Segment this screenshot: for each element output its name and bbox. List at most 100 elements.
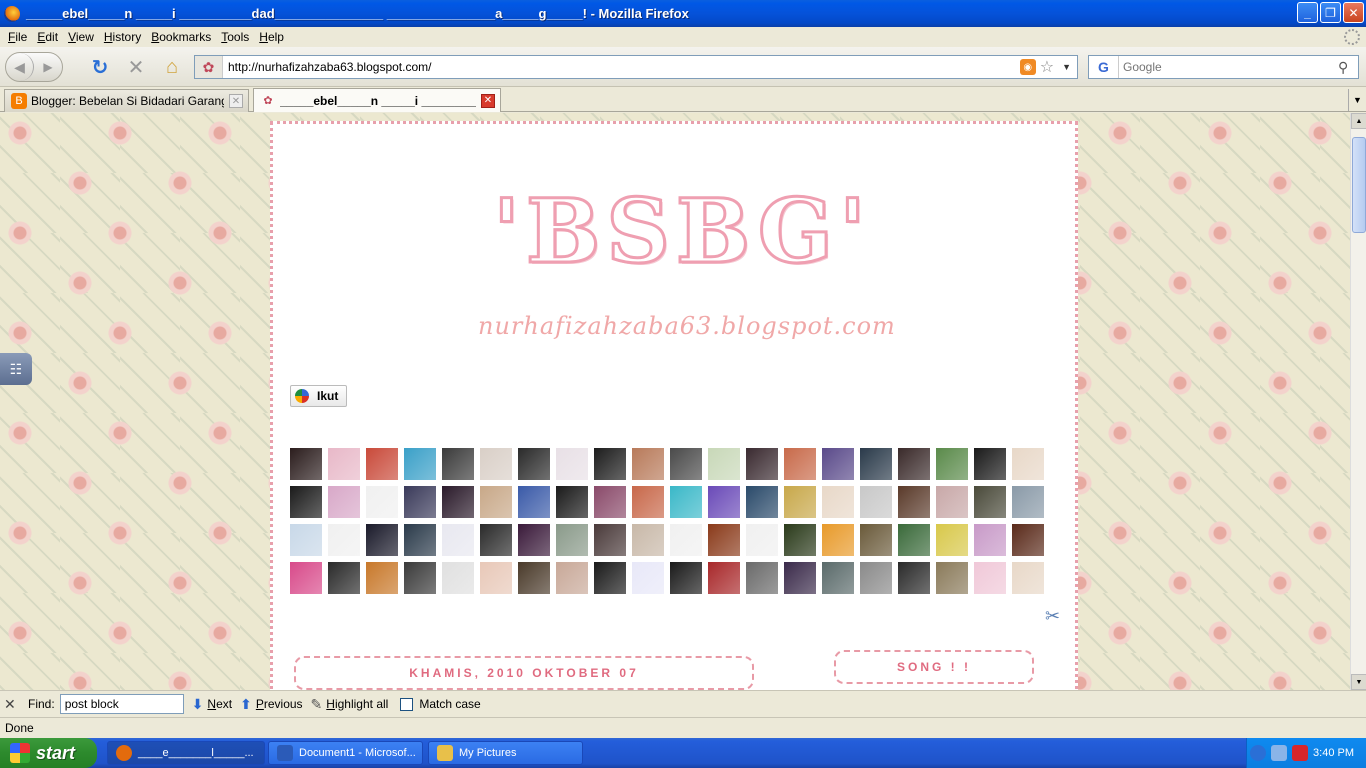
follower-avatar[interactable] [442, 448, 474, 480]
url-input[interactable]: http://nurhafizahzaba63.blogspot.com/ [223, 60, 1020, 74]
minimize-button[interactable]: _ [1297, 2, 1318, 23]
follower-avatar[interactable] [860, 524, 892, 556]
find-close-icon[interactable]: ✕ [4, 696, 24, 713]
follower-avatar[interactable] [822, 486, 854, 518]
find-previous-button[interactable]: ⬆ Previous [240, 696, 302, 713]
search-magnifier-icon[interactable]: ⚲ [1338, 59, 1358, 76]
follower-avatar[interactable] [860, 562, 892, 594]
follower-avatar[interactable] [594, 562, 626, 594]
follower-avatar[interactable] [328, 486, 360, 518]
follower-avatar[interactable] [290, 524, 322, 556]
follower-avatar[interactable] [708, 562, 740, 594]
follower-avatar[interactable] [442, 486, 474, 518]
follower-avatar[interactable] [632, 448, 664, 480]
follower-avatar[interactable] [404, 524, 436, 556]
follower-avatar[interactable] [974, 486, 1006, 518]
follower-avatar[interactable] [822, 562, 854, 594]
follower-avatar[interactable] [518, 562, 550, 594]
follower-avatar[interactable] [974, 524, 1006, 556]
start-button[interactable]: start [0, 738, 97, 768]
follower-avatar[interactable] [936, 562, 968, 594]
follower-avatar[interactable] [974, 562, 1006, 594]
search-bar[interactable]: G ⚲ [1088, 55, 1359, 79]
menu-bookmarks[interactable]: Bookmarks [146, 30, 216, 44]
menu-edit[interactable]: Edit [32, 30, 63, 44]
follower-avatar[interactable] [594, 448, 626, 480]
follower-avatar[interactable] [708, 524, 740, 556]
follower-avatar[interactable] [366, 448, 398, 480]
follower-avatar[interactable] [290, 486, 322, 518]
follower-avatar[interactable] [480, 524, 512, 556]
follower-avatar[interactable] [936, 448, 968, 480]
search-engine-icon[interactable]: G [1089, 56, 1119, 78]
find-input[interactable] [59, 694, 184, 714]
follower-avatar[interactable] [822, 448, 854, 480]
tab-close-icon[interactable]: ✕ [229, 94, 243, 108]
forward-arrow-icon[interactable]: ▶ [34, 60, 62, 74]
follower-avatar[interactable] [632, 562, 664, 594]
follower-avatar[interactable] [366, 524, 398, 556]
follower-avatar[interactable] [556, 562, 588, 594]
follower-avatar[interactable] [594, 524, 626, 556]
follower-avatar[interactable] [860, 486, 892, 518]
follower-avatar[interactable] [1012, 448, 1044, 480]
menu-history[interactable]: History [99, 30, 146, 44]
tools-icon[interactable]: ✂ [1045, 606, 1060, 627]
bookmark-star-icon[interactable]: ☆ [1040, 57, 1054, 77]
follow-button[interactable]: Ikut [290, 385, 347, 407]
follower-avatar[interactable] [746, 486, 778, 518]
follower-avatar[interactable] [936, 524, 968, 556]
follower-avatar[interactable] [974, 448, 1006, 480]
follower-avatar[interactable] [784, 562, 816, 594]
follower-avatar[interactable] [898, 562, 930, 594]
follower-avatar[interactable] [556, 524, 588, 556]
maximize-button[interactable]: ❐ [1320, 2, 1341, 23]
follower-avatar[interactable] [898, 524, 930, 556]
follower-avatar[interactable] [898, 448, 930, 480]
menu-tools[interactable]: Tools [216, 30, 254, 44]
follower-avatar[interactable] [556, 486, 588, 518]
task-firefox[interactable]: ____e_______l_____... [107, 741, 265, 765]
follower-avatar[interactable] [290, 562, 322, 594]
task-my-pictures[interactable]: My Pictures [428, 741, 583, 765]
back-arrow-icon[interactable]: ◀ [6, 53, 34, 81]
follower-avatar[interactable] [784, 448, 816, 480]
menu-view[interactable]: View [63, 30, 99, 44]
follower-avatar[interactable] [860, 448, 892, 480]
follower-avatar[interactable] [290, 448, 322, 480]
scroll-thumb[interactable] [1352, 137, 1366, 233]
tab-list-dropdown-icon[interactable]: ▼ [1348, 89, 1366, 111]
tab-blogger[interactable]: B Blogger: Bebelan Si Bidadari Garang - … [4, 89, 249, 112]
follower-avatar[interactable] [784, 524, 816, 556]
menu-file[interactable]: File [3, 30, 32, 44]
follower-avatar[interactable] [480, 448, 512, 480]
match-case-checkbox[interactable] [400, 697, 414, 711]
follower-avatar[interactable] [328, 524, 360, 556]
follower-avatar[interactable] [404, 448, 436, 480]
social-widget-icon[interactable]: ☷ [0, 353, 32, 385]
follower-avatar[interactable] [556, 448, 588, 480]
follower-avatar[interactable] [404, 486, 436, 518]
antivirus-icon[interactable] [1292, 745, 1309, 761]
follower-avatar[interactable] [708, 448, 740, 480]
task-word[interactable]: Document1 - Microsof... [268, 741, 423, 765]
tab-close-icon[interactable]: ✕ [481, 93, 495, 108]
follower-avatar[interactable] [670, 562, 702, 594]
stop-icon[interactable]: ✕ [125, 56, 147, 79]
follower-avatar[interactable] [366, 486, 398, 518]
find-next-button[interactable]: ⬇ Next [192, 696, 232, 713]
follower-avatar[interactable] [442, 562, 474, 594]
scroll-down-icon[interactable]: ▼ [1351, 674, 1366, 690]
rss-feed-icon[interactable]: ◉ [1019, 59, 1036, 75]
follower-avatar[interactable] [328, 562, 360, 594]
match-case-label[interactable]: Match case [419, 697, 480, 711]
follower-avatar[interactable] [822, 524, 854, 556]
close-button[interactable]: ✕ [1343, 2, 1364, 23]
follower-avatar[interactable] [1012, 562, 1044, 594]
follower-avatar[interactable] [442, 524, 474, 556]
scroll-up-icon[interactable]: ▲ [1351, 113, 1366, 129]
follower-avatar[interactable] [480, 486, 512, 518]
follower-avatar[interactable] [746, 562, 778, 594]
follower-avatar[interactable] [404, 562, 436, 594]
follower-avatar[interactable] [518, 486, 550, 518]
